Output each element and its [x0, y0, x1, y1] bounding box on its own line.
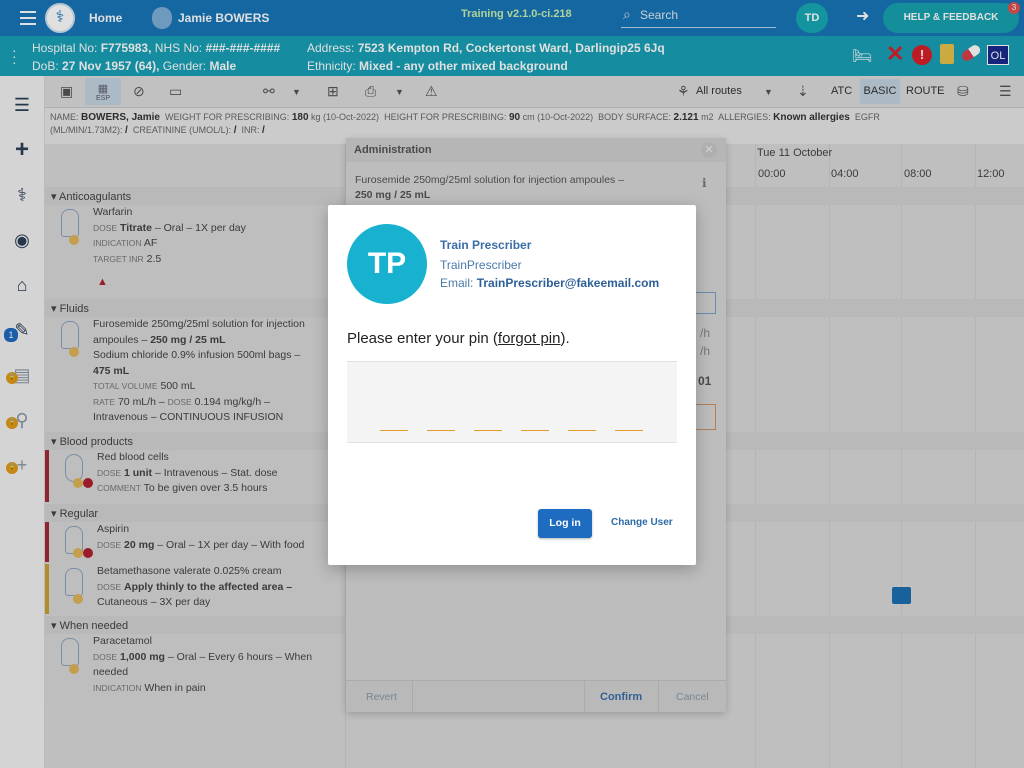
user-avatar: TP: [347, 224, 427, 304]
pin-input-area[interactable]: [347, 361, 677, 443]
user-email: Email: TrainPrescriber@fakeemail.com: [440, 276, 660, 290]
user-display-name: Train Prescriber: [440, 238, 532, 252]
pin-digit-slot[interactable]: [380, 430, 408, 431]
pin-prompt: Please enter your pin (forgot pin).: [347, 330, 570, 347]
forgot-pin-link[interactable]: forgot pin: [498, 330, 561, 347]
pin-digit-slot[interactable]: [427, 430, 455, 431]
pin-digit-slot[interactable]: [474, 430, 502, 431]
pin-digit-slot[interactable]: [615, 430, 643, 431]
pin-entry-modal: TP Train Prescriber TrainPrescriber Emai…: [328, 205, 696, 565]
pin-digit-slot[interactable]: [568, 430, 596, 431]
user-id: TrainPrescriber: [440, 258, 522, 272]
log-in-button[interactable]: Log in: [538, 509, 592, 538]
change-user-link[interactable]: Change User: [611, 517, 673, 528]
pin-digit-slot[interactable]: [521, 430, 549, 431]
